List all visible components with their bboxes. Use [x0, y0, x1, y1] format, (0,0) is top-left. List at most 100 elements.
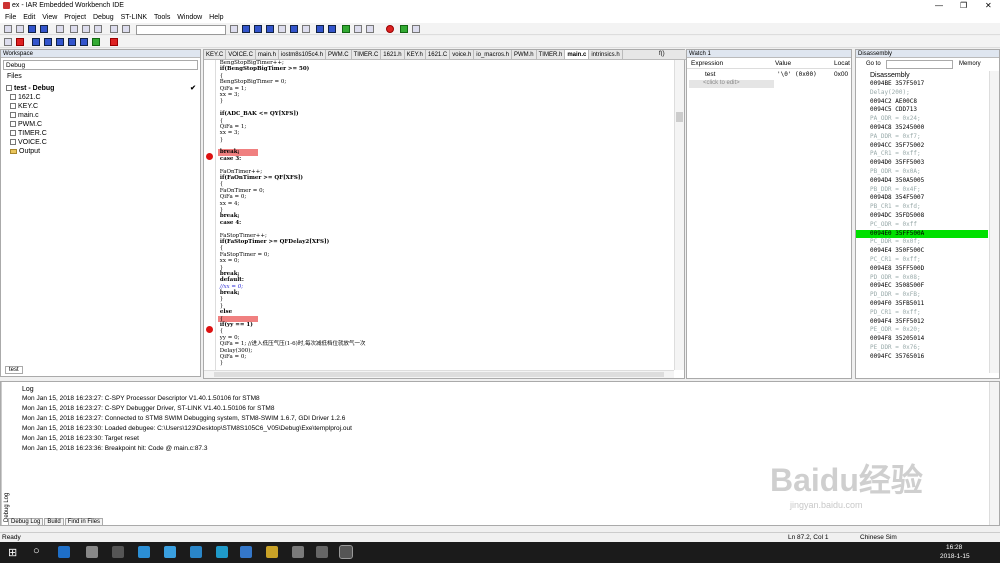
tree-item[interactable]: TIMER.C [6, 129, 196, 138]
search-icon[interactable]: ○ [33, 545, 40, 557]
tree-item[interactable]: 1621.C [6, 93, 196, 102]
download-debug-icon[interactable] [400, 25, 408, 33]
tree-item[interactable]: PWM.C [6, 120, 196, 129]
compile-icon[interactable] [342, 25, 350, 33]
copy-icon[interactable] [82, 25, 90, 33]
paste-icon[interactable] [94, 25, 102, 33]
redo-icon[interactable] [122, 25, 130, 33]
restore-icon[interactable]: ❐ [960, 1, 967, 10]
editor-tab[interactable]: main.c [565, 50, 590, 59]
menu-tools[interactable]: Tools [154, 12, 170, 23]
editor-tab[interactable]: KEY.h [405, 50, 426, 59]
save-icon[interactable] [28, 25, 36, 33]
editor-tab[interactable]: VOICE.C [226, 50, 256, 59]
app-icon-7[interactable] [216, 546, 228, 558]
find-icon[interactable] [230, 25, 238, 33]
editor-tab[interactable]: 1621.h [381, 50, 405, 59]
edge-icon[interactable] [58, 546, 70, 558]
editor-tab[interactable]: PWM.h [512, 50, 537, 59]
editor-tab[interactable]: iostm8s105c4.h [279, 50, 326, 59]
menu-help[interactable]: Help [209, 12, 223, 23]
editor-tab[interactable]: main.h [256, 50, 279, 59]
col-location[interactable]: Locat [834, 60, 850, 67]
editor-vscroll[interactable] [674, 60, 684, 370]
app-icon-4[interactable] [138, 546, 150, 558]
tree-item[interactable]: KEY.C [6, 102, 196, 111]
open-icon[interactable] [16, 25, 24, 33]
expand-icon[interactable] [10, 103, 16, 110]
editor-tab[interactable]: io_macros.h [474, 50, 512, 59]
code-area[interactable]: BengStopBigTimer++; if(BengStopBigTimer … [218, 60, 673, 370]
ie-icon[interactable] [164, 546, 176, 558]
run-to-cursor-icon[interactable] [80, 38, 88, 46]
col-expression[interactable]: Expression [691, 60, 723, 67]
menu-project[interactable]: Project [64, 12, 86, 23]
tab-find-in-files[interactable]: Find in Files [64, 518, 104, 526]
watch-add-placeholder[interactable]: <click to edit> [689, 80, 774, 88]
editor-tab[interactable]: TIMER.h [537, 50, 566, 59]
menu-view[interactable]: View [42, 12, 57, 23]
editor-hscroll[interactable] [204, 370, 674, 378]
memory-select[interactable]: Memory [959, 61, 981, 67]
find-prev-icon[interactable] [254, 25, 262, 33]
workspace-tab-test[interactable]: test [5, 366, 23, 374]
windows-start-icon[interactable]: ⊞ [8, 546, 17, 559]
expand-icon[interactable] [10, 139, 16, 146]
nav-forward-icon[interactable] [328, 25, 336, 33]
minimize-icon[interactable]: — [935, 1, 943, 10]
nav-back-icon[interactable] [316, 25, 324, 33]
undo-icon[interactable] [110, 25, 118, 33]
find-combo[interactable] [136, 25, 226, 35]
clock-date[interactable]: 2018-1-15 [940, 553, 970, 560]
go-icon[interactable] [92, 38, 100, 46]
tab-debug-log[interactable]: Debug Log [8, 518, 44, 526]
make-icon[interactable] [354, 25, 362, 33]
debug-without-download-icon[interactable] [412, 25, 420, 33]
editor-tab[interactable]: TIMER.C [352, 50, 382, 59]
collapse-icon[interactable] [6, 85, 12, 92]
step-into-icon[interactable] [44, 38, 52, 46]
menu-file[interactable]: File [5, 12, 16, 23]
save-all-icon[interactable] [40, 25, 48, 33]
breakpoint-icon[interactable] [206, 326, 213, 333]
step-over-icon[interactable] [32, 38, 40, 46]
bookmark-icon[interactable] [290, 25, 298, 33]
menu-edit[interactable]: Edit [23, 12, 35, 23]
app-icon-2[interactable] [86, 546, 98, 558]
project-node[interactable]: test - Debug ✔ [6, 84, 196, 93]
menu-debug[interactable]: Debug [93, 12, 114, 23]
replace-icon[interactable] [266, 25, 274, 33]
app-icon-11[interactable] [316, 546, 328, 558]
app-icon-9[interactable] [266, 546, 278, 558]
tree-item[interactable]: VOICE.C [6, 138, 196, 147]
gutter[interactable] [204, 60, 216, 370]
close-icon[interactable]: ✕ [985, 1, 992, 10]
app-icon-6[interactable] [190, 546, 202, 558]
menu-window[interactable]: Window [177, 12, 202, 23]
break-icon[interactable] [16, 38, 24, 46]
goto-input[interactable] [886, 60, 953, 69]
editor-tab[interactable]: 1621.C [426, 50, 451, 59]
col-value[interactable]: Value [775, 60, 791, 67]
menu-stlink[interactable]: ST-LINK [121, 12, 147, 23]
find-next-icon[interactable] [242, 25, 250, 33]
editor-tab[interactable]: voice.h [450, 50, 475, 59]
expand-icon[interactable] [10, 130, 16, 137]
iar-taskbar-icon[interactable] [339, 545, 353, 559]
editor-tab[interactable]: KEY.C [204, 50, 227, 59]
next-bookmark-icon[interactable] [302, 25, 310, 33]
log-vscroll[interactable] [989, 382, 999, 525]
clock-time[interactable]: 16:28 [946, 544, 962, 551]
expand-icon[interactable] [10, 121, 16, 128]
app-icon-8[interactable] [240, 546, 252, 558]
calculator-icon[interactable] [112, 546, 124, 558]
app-icon-10[interactable] [292, 546, 304, 558]
disasm-list[interactable]: Disassembly 0094BE 357F5017 Delay(200); 00… [856, 71, 988, 371]
debug-log-side-tab[interactable]: Debug Log [1, 382, 10, 525]
expand-icon[interactable] [10, 112, 16, 119]
watch-row[interactable]: test '\0' (0x00) 0x00 [687, 71, 851, 80]
cut-icon[interactable] [70, 25, 78, 33]
config-select[interactable]: Debug [3, 60, 198, 70]
toggle-breakpoint-icon[interactable] [386, 25, 394, 33]
step-out-icon[interactable] [56, 38, 64, 46]
